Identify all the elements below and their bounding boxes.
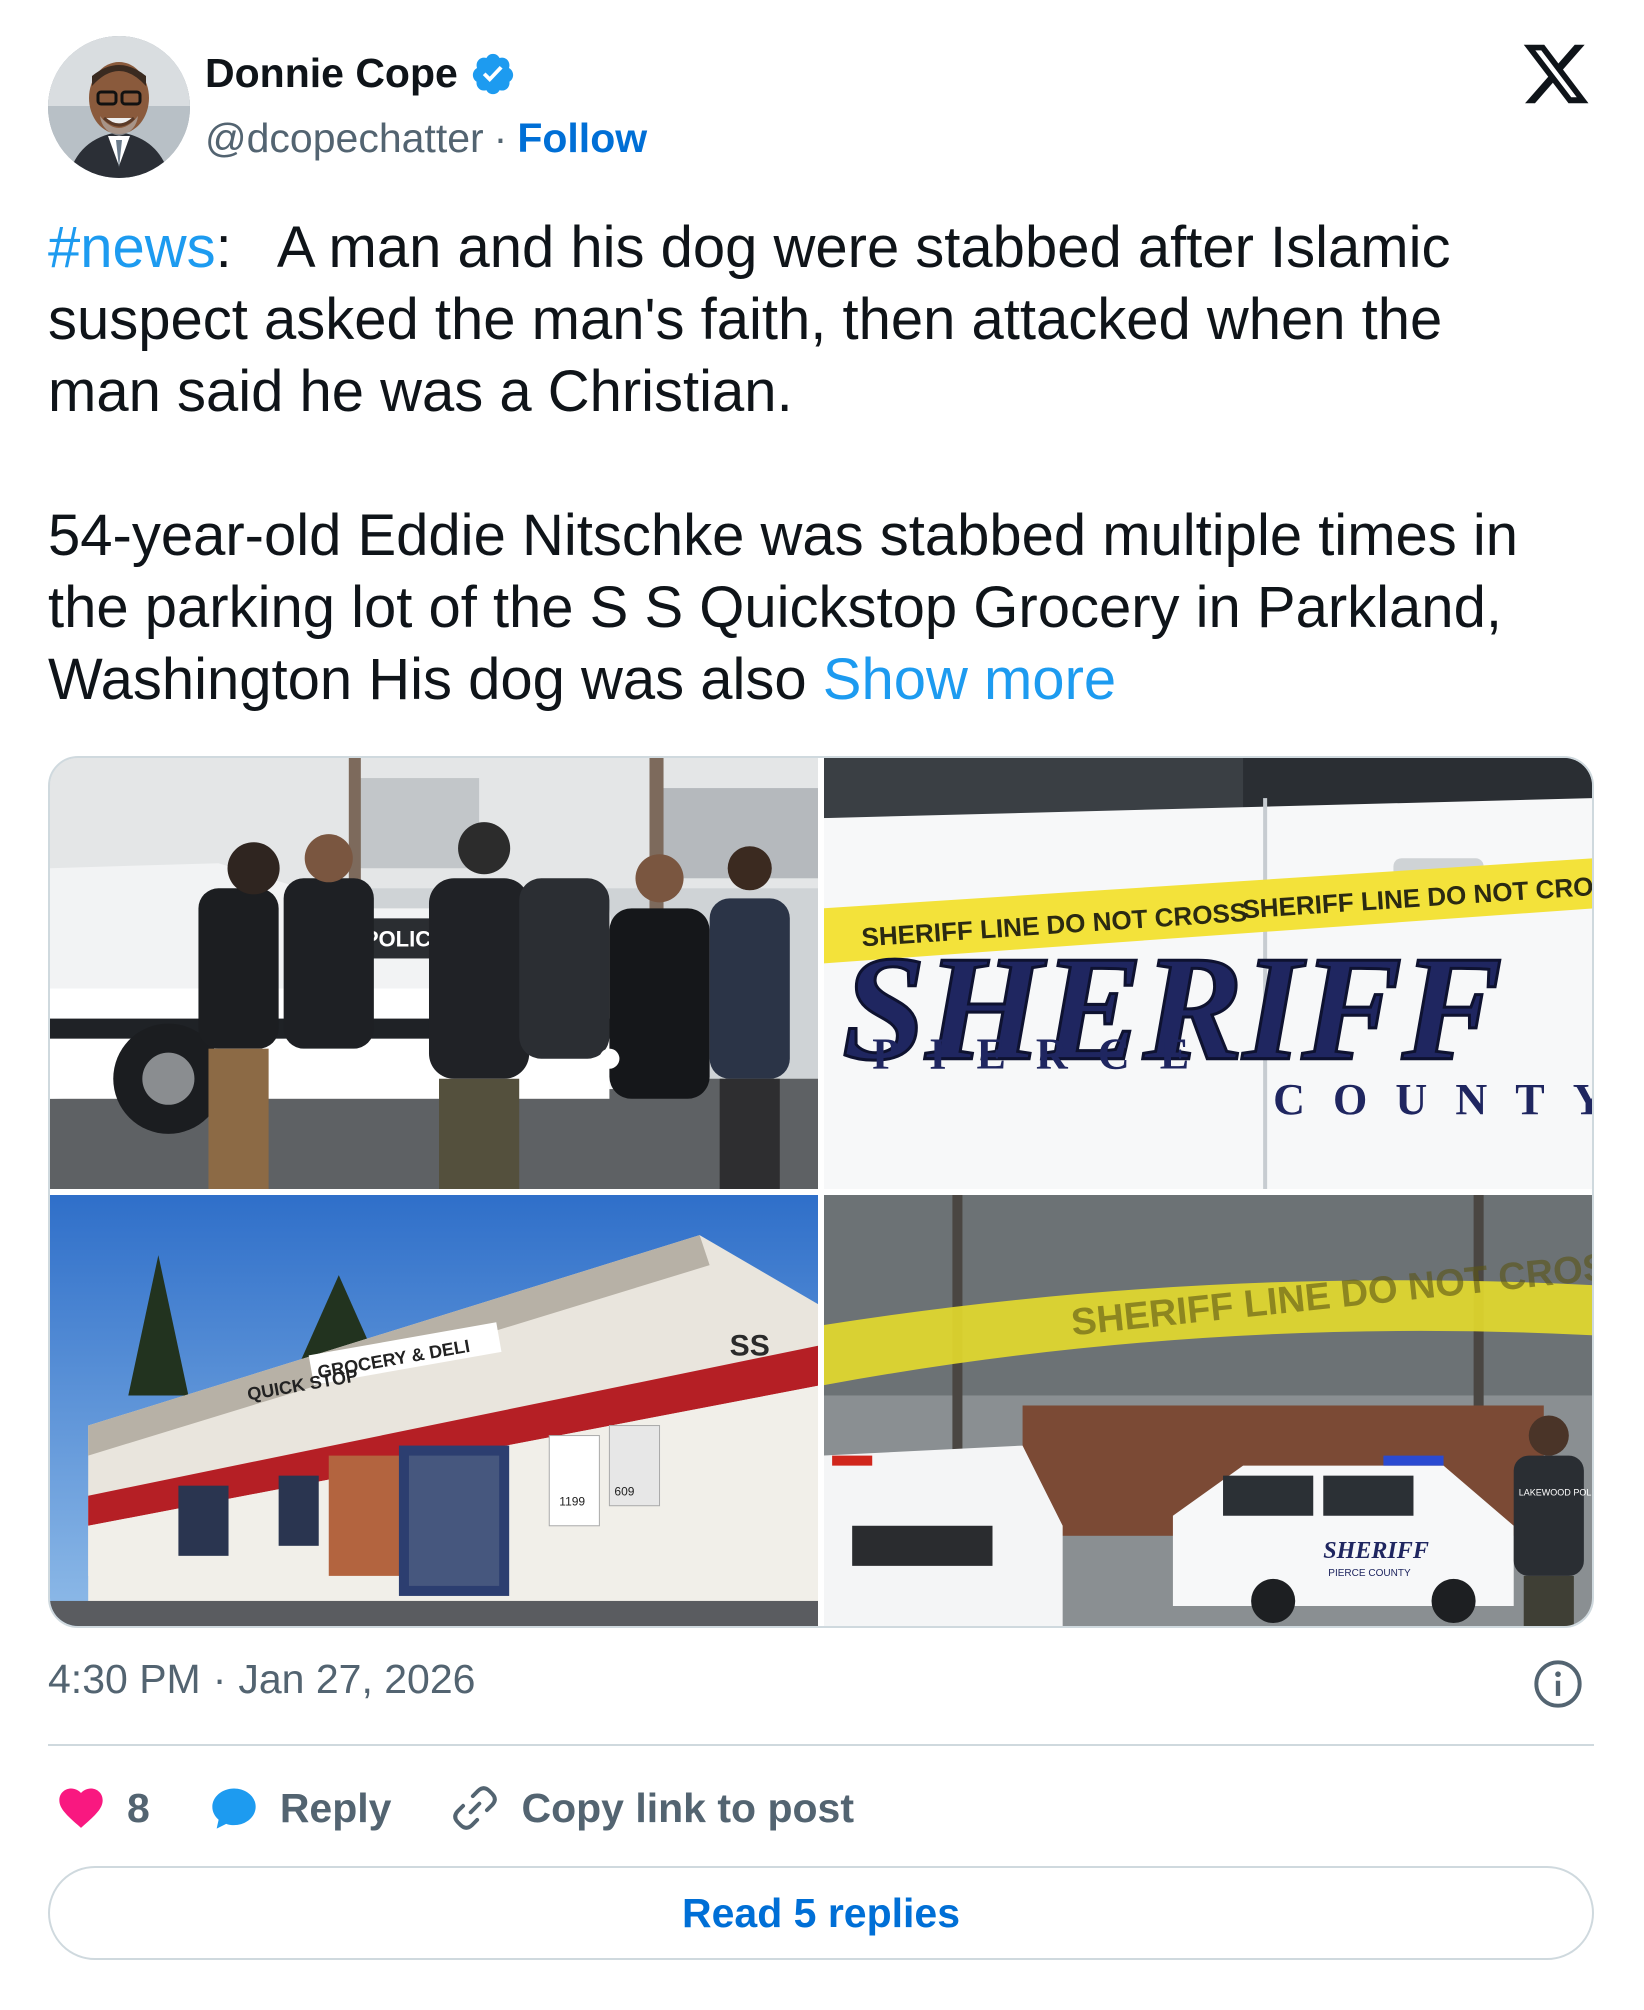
copy-link-button[interactable]: Copy link to post	[449, 1782, 854, 1834]
hashtag-link[interactable]: #news	[48, 215, 216, 280]
media-grid: POLICE SHERIFF LINE DO NOT CROSS SHERIFF…	[48, 756, 1594, 1628]
car-sheriff-text: SHERIFF	[1323, 1538, 1429, 1564]
tweet-embed-card: Donnie Cope @dcopechatter · Follow #news…	[0, 0, 1644, 2010]
price-tag-1: 1199	[559, 1495, 585, 1509]
show-more-link[interactable]: Show more	[823, 647, 1116, 712]
reply-bubble-icon	[212, 1788, 256, 1829]
tweet-time: 4:30 PM	[48, 1656, 201, 1702]
author-handle[interactable]: @dcopechatter	[205, 115, 484, 162]
tweet-body: : A man and his dog were stabbed after I…	[48, 215, 1519, 712]
heart-icon	[59, 1788, 103, 1828]
handle-separator: ·	[493, 115, 508, 161]
tweet-date: Jan 27, 2026	[238, 1656, 476, 1702]
link-icon	[453, 1786, 498, 1830]
like-button[interactable]: 8	[55, 1782, 150, 1834]
media-image-sheriff-door[interactable]: SHERIFF LINE DO NOT CROSS SHERIFF LINE D…	[824, 758, 1592, 1189]
info-icon[interactable]	[1532, 1658, 1584, 1710]
read-replies-button[interactable]: Read 5 replies	[48, 1866, 1594, 1960]
verified-badge-icon	[472, 53, 513, 94]
action-bar: 8 Reply Copy link to post	[55, 1772, 912, 1844]
author-handle-row: @dcopechatter · Follow	[205, 115, 647, 162]
officer-jacket-text: LAKEWOOD POLICE	[1519, 1488, 1592, 1498]
avatar-portrait	[48, 36, 190, 178]
media-image-police-scene[interactable]: POLICE	[50, 758, 818, 1189]
tweet-text: #news: A man and his dog were stabbed af…	[48, 212, 1608, 716]
car-county-text: PIERCE COUNTY	[1328, 1568, 1411, 1579]
author-name-row: Donnie Cope	[205, 50, 516, 97]
reply-label: Reply	[279, 1784, 392, 1831]
avatar[interactable]	[48, 36, 190, 178]
price-tag-2: 609	[614, 1485, 634, 1499]
door-county-text: COUNTY	[1273, 1075, 1592, 1124]
store-logo-text: SS	[730, 1329, 770, 1362]
like-count: 8	[127, 1784, 150, 1831]
divider	[48, 1744, 1594, 1746]
media-image-crime-scene[interactable]: SHERIFF LINE DO NOT CROSS SHERIFF PIERCE…	[824, 1195, 1592, 1626]
copy-link-label: Copy link to post	[521, 1784, 855, 1831]
tweet-timestamp[interactable]: 4:30 PM · Jan 27, 2026	[48, 1656, 475, 1703]
media-image-store[interactable]: GROCERY & DELI QUICK STOP SS 1199 609	[50, 1195, 818, 1626]
x-logo-icon[interactable]	[1520, 38, 1592, 110]
author-name[interactable]: Donnie Cope	[205, 50, 458, 97]
timestamp-separator: ·	[212, 1656, 227, 1702]
reply-button[interactable]: Reply	[208, 1782, 392, 1834]
door-pierce-text: PIERCE	[872, 1030, 1219, 1079]
follow-button[interactable]: Follow	[517, 115, 647, 162]
